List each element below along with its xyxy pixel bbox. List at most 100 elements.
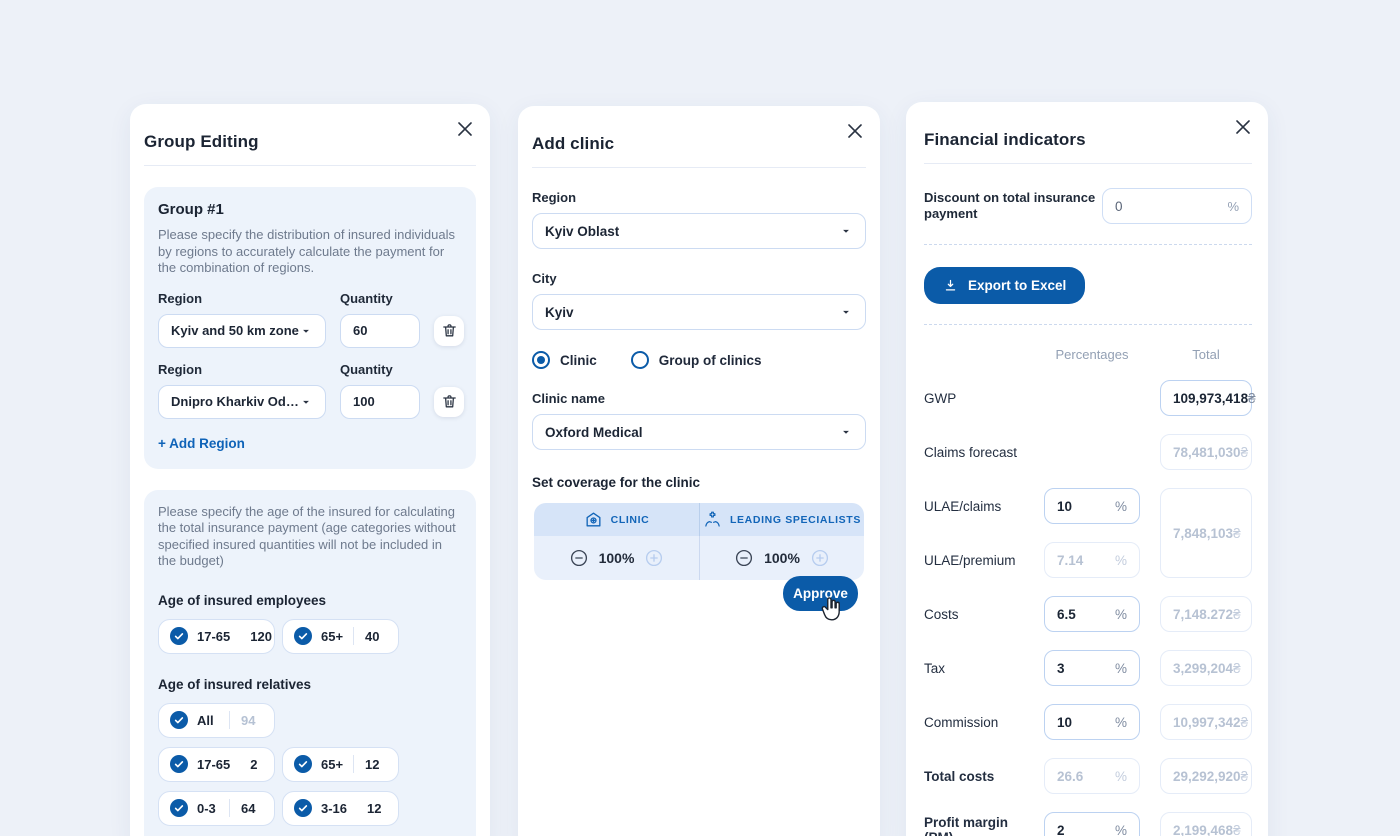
radio-selected-icon (532, 351, 550, 369)
increase-button[interactable] (811, 549, 829, 567)
age-count-input[interactable]: 40 (363, 629, 387, 644)
checkbox-checked[interactable] (294, 799, 312, 817)
age-range-label: 65+ (321, 756, 344, 772)
clinic-name-select[interactable]: Oxford Medical (532, 414, 866, 450)
checkbox-checked[interactable] (170, 627, 188, 645)
age-count-input[interactable]: 12 (365, 801, 389, 816)
currency-suffix: ₴ (1233, 606, 1241, 622)
currency-suffix: ₴ (1240, 444, 1249, 460)
region-row: Kyiv and 50 km zone 60 (158, 313, 464, 348)
row-label: Profit margin (PM) (924, 815, 1009, 836)
age-count-input[interactable]: 2 (248, 757, 272, 772)
currency-suffix: ₴ (1240, 768, 1249, 784)
total-input[interactable]: 109,973,418 ₴ (1160, 380, 1256, 416)
quantity-label: Quantity (340, 361, 393, 377)
percentage-input[interactable]: 2% (1044, 812, 1140, 836)
trash-icon (441, 393, 458, 410)
checkbox-checked[interactable] (170, 755, 188, 773)
row-label: Costs (924, 606, 959, 622)
radio-group-of-clinics[interactable]: Group of clinics (630, 351, 762, 369)
checkbox-checked[interactable] (294, 627, 312, 645)
radio-clinic[interactable]: Clinic (532, 351, 597, 369)
page-title: Group Editing (144, 132, 259, 151)
total-readonly: 7,148.272 ₴ (1160, 596, 1252, 632)
financial-indicators-modal: Financial indicators Discount on total i… (906, 102, 1268, 836)
dashed-divider (924, 244, 1252, 245)
decrease-button[interactable] (735, 549, 753, 567)
close-button[interactable] (455, 119, 475, 139)
percent-suffix: % (1114, 660, 1127, 676)
age-count-input[interactable]: 12 (363, 757, 387, 772)
approve-button[interactable]: Approve (783, 576, 858, 611)
percentage-input[interactable]: 10% (1044, 704, 1140, 740)
export-to-excel-button[interactable]: Export to Excel (924, 267, 1086, 304)
total-readonly: 3,299,204 ₴ (1160, 650, 1252, 686)
age-chip: 0-3 64 (158, 790, 275, 826)
checkbox-checked[interactable] (170, 799, 188, 817)
region-select[interactable]: Kyiv and 50 km zone (158, 313, 326, 348)
row-label: Total costs (924, 768, 995, 784)
row-label: ULAE/premium (924, 552, 1016, 568)
discount-input[interactable]: 0 % (1102, 188, 1252, 224)
increase-button[interactable] (645, 549, 663, 567)
checkbox-checked[interactable] (170, 711, 188, 729)
age-range-label: 17-65 (197, 628, 231, 644)
age-range-label: 65+ (321, 628, 344, 644)
percentage-input[interactable]: 3% (1044, 650, 1140, 686)
region-label: Region (158, 290, 203, 306)
total-readonly: 78,481,030 ₴ (1160, 434, 1252, 470)
financial-table: GWP 109,973,418 ₴ Claims forecast 78,481,… (924, 380, 1256, 836)
decrease-button[interactable] (570, 549, 588, 567)
age-count-input[interactable]: 120 (248, 629, 272, 644)
divider (229, 711, 230, 729)
coverage-table: CLINIC LEADING SPECIALISTS 100% 100% (534, 503, 864, 580)
divider (353, 755, 354, 773)
divider (144, 165, 476, 166)
region-label: Region (158, 361, 203, 377)
row-label: GWP (924, 390, 957, 406)
age-range-label: 0-3 (197, 800, 216, 816)
delete-region-button[interactable] (434, 315, 464, 346)
row-label: ULAE/claims (924, 498, 1002, 514)
currency-suffix: ₴ (1248, 390, 1256, 406)
column-percentages: Percentages (1055, 347, 1129, 362)
checkbox-checked[interactable] (294, 755, 312, 773)
age-range-label: All (197, 712, 214, 728)
region-select[interactable]: Dnipro Kharkiv Odesa... (158, 384, 326, 419)
group-editing-modal: Group Editing Group #1 Please specify th… (130, 104, 490, 836)
age-chip: 65+ 12 (282, 746, 399, 782)
dashed-divider (924, 324, 1252, 325)
close-icon (847, 123, 863, 139)
divider (532, 167, 866, 168)
quantity-input[interactable]: 100 (340, 384, 420, 419)
age-count-input[interactable]: 64 (239, 801, 263, 816)
age-range-label: 17-65 (197, 756, 231, 772)
coverage-clinic-stepper: 100% (534, 536, 699, 580)
city-select[interactable]: Kyiv (532, 294, 866, 330)
delete-region-button[interactable] (434, 386, 464, 417)
employees-ages-label: Age of insured employees (158, 592, 327, 608)
age-chip: 3-16 12 (282, 790, 399, 826)
age-count-input[interactable]: 94 (239, 713, 263, 728)
row-label: Claims forecast (924, 444, 1018, 460)
region-label: Region (532, 190, 577, 205)
add-region-link[interactable]: + Add Region (158, 436, 245, 451)
region-row: Dnipro Kharkiv Odesa... 100 (158, 384, 464, 419)
percent-suffix: % (1114, 552, 1127, 568)
total-readonly: 2,199,468 ₴ (1160, 812, 1252, 836)
chevron-down-icon (839, 305, 853, 319)
age-chip: 17-65 2 (158, 746, 275, 782)
divider (353, 627, 354, 645)
percent-suffix: % (1114, 768, 1127, 784)
close-button[interactable] (845, 121, 865, 141)
percentage-input[interactable]: 10% (1044, 488, 1140, 524)
region-select[interactable]: Kyiv Oblast (532, 213, 866, 249)
percentage-input[interactable]: 6.5% (1044, 596, 1140, 632)
quantity-input[interactable]: 60 (340, 313, 420, 348)
total-readonly: 10,997,342 ₴ (1160, 704, 1252, 740)
close-button[interactable] (1233, 117, 1253, 137)
divider (229, 799, 230, 817)
percentage-readonly: 26.6% (1044, 758, 1140, 794)
ages-description: Please specify the age of the insured fo… (158, 503, 456, 569)
app-background: Group Editing Group #1 Please specify th… (0, 0, 1400, 836)
